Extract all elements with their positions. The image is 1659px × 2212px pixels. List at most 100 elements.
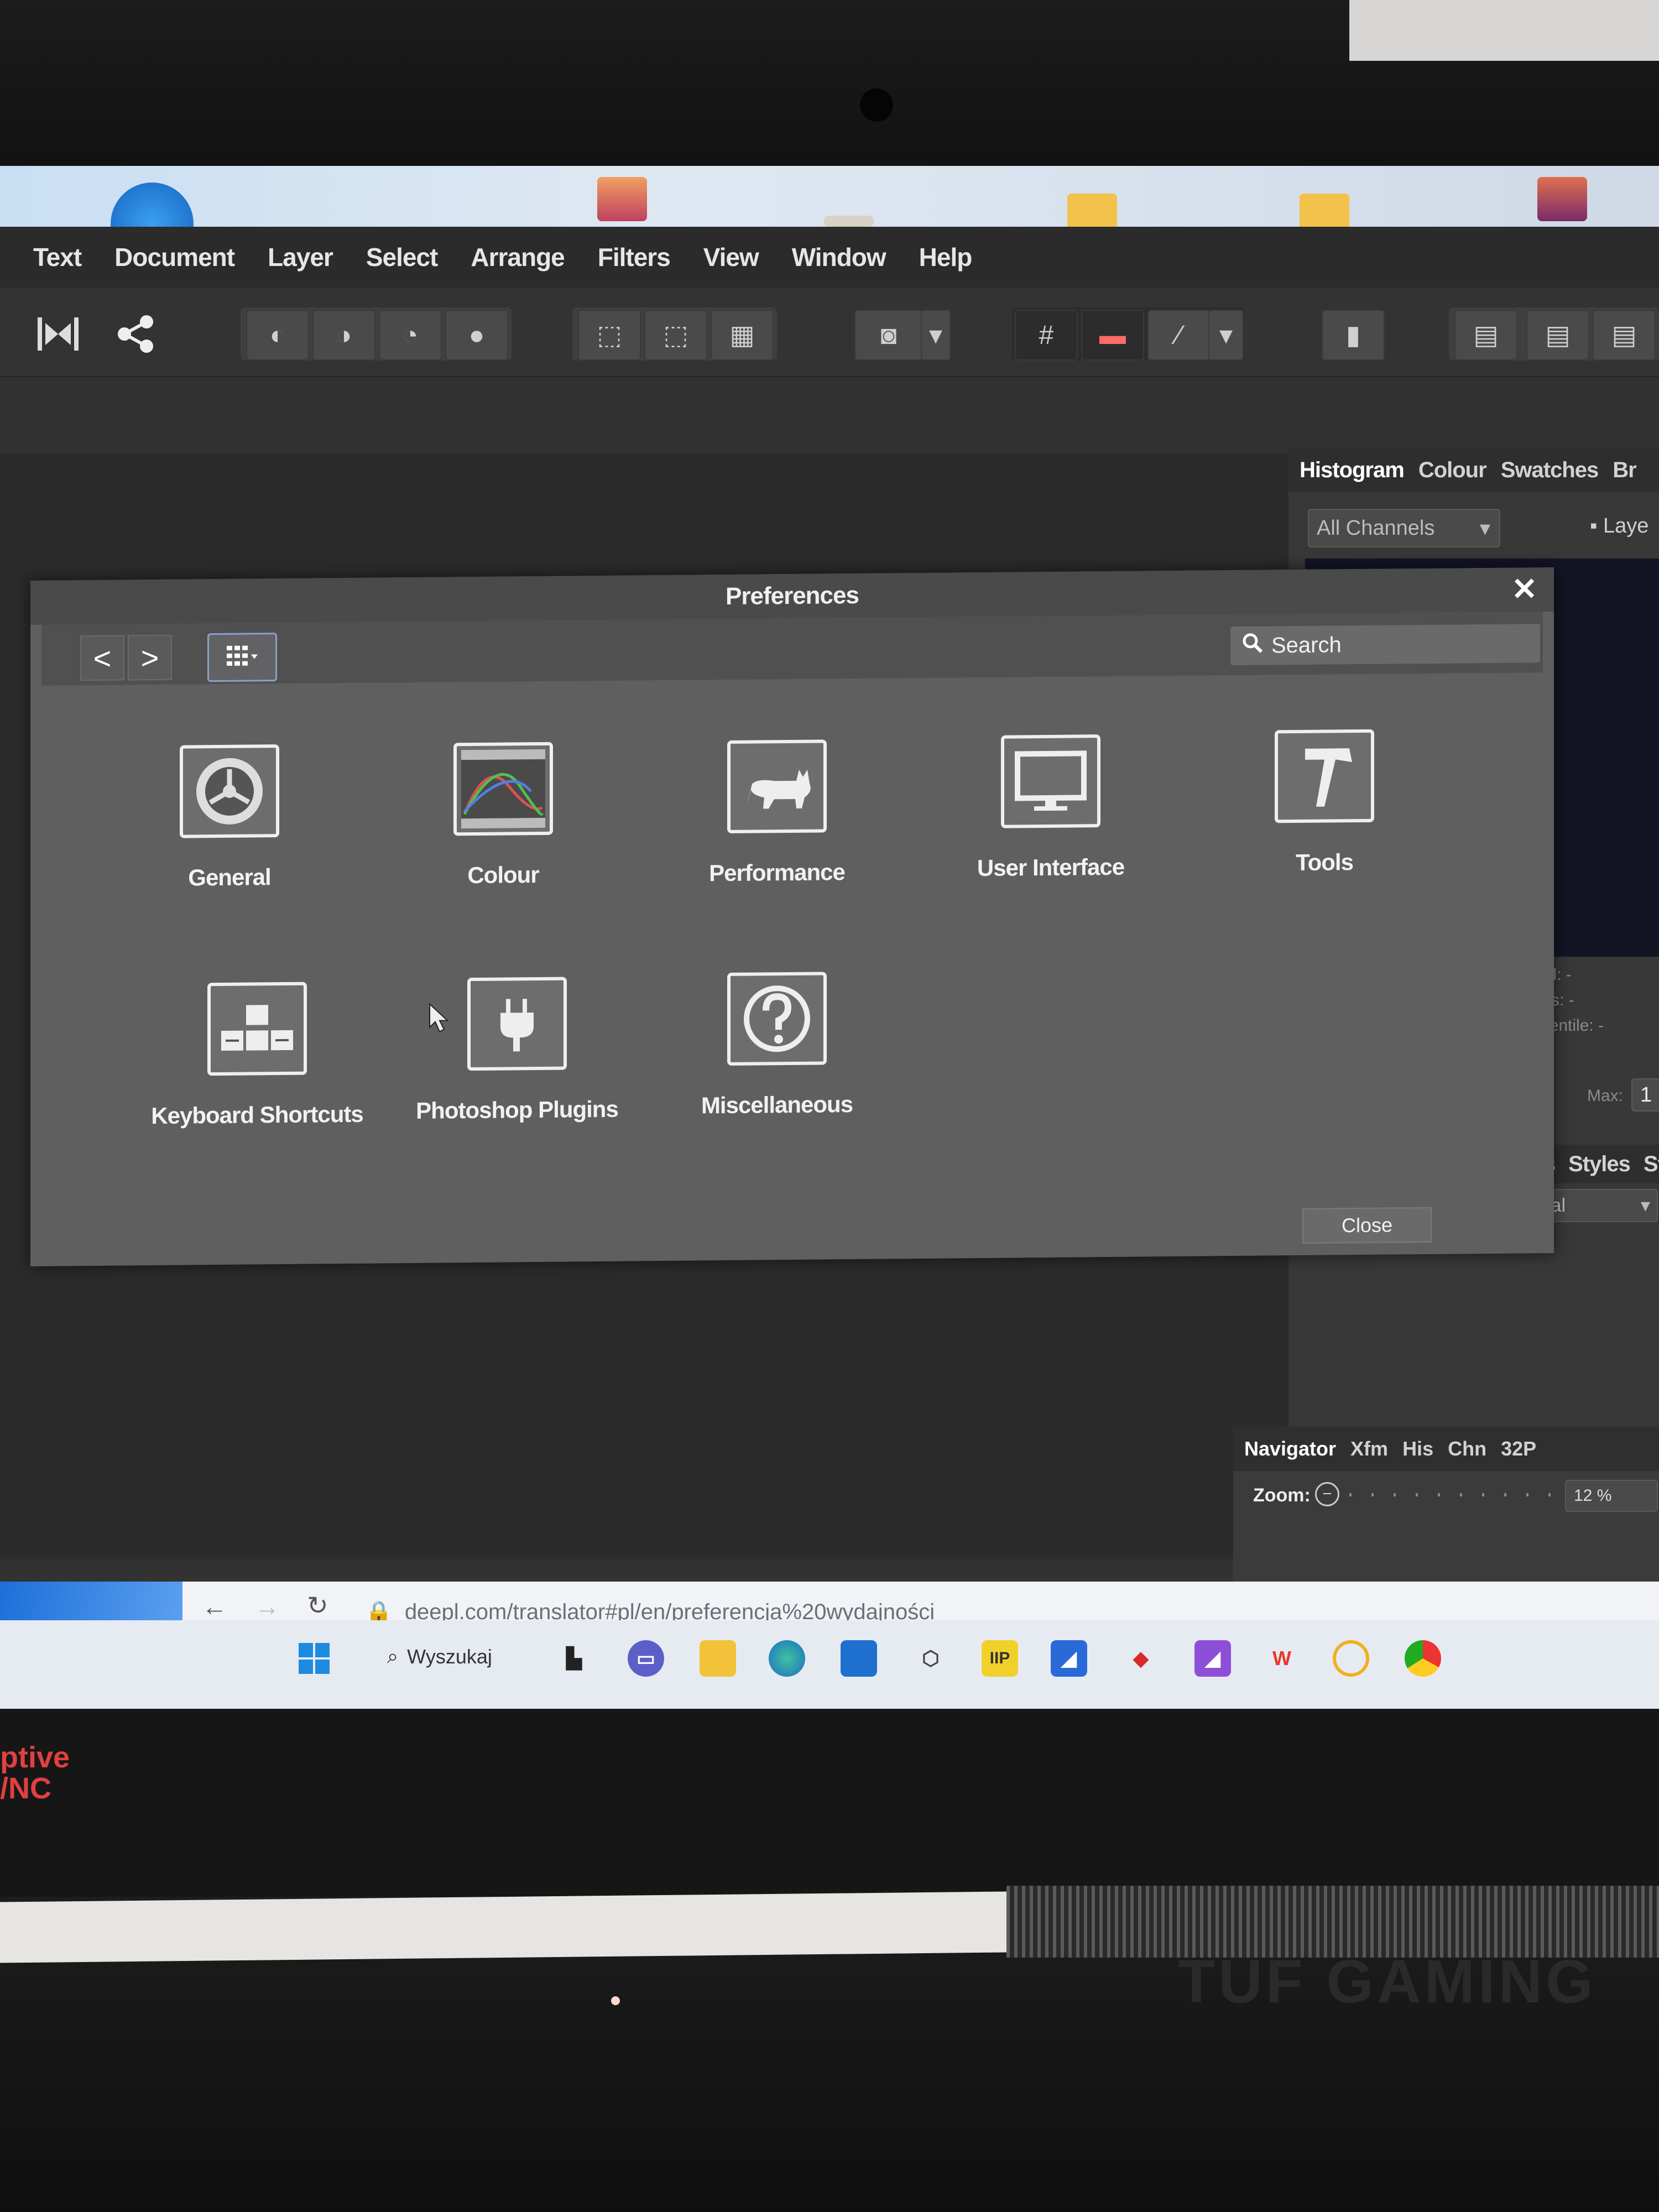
reload-icon[interactable]: ↻	[307, 1590, 328, 1620]
sticker-line-2: /NC	[0, 1772, 51, 1805]
tab-32p[interactable]: 32P	[1501, 1437, 1536, 1460]
webcam	[860, 88, 893, 122]
tab-histogram[interactable]: Histogram	[1300, 458, 1405, 483]
menu-view[interactable]: View	[687, 242, 775, 272]
norton-icon[interactable]	[1333, 1640, 1369, 1677]
levels-icon[interactable]: ◐	[246, 310, 309, 361]
forward-button[interactable]: >	[128, 634, 172, 681]
max-value[interactable]: 1	[1631, 1078, 1659, 1112]
tab-colour[interactable]: Colour	[1418, 458, 1487, 483]
taskbar: ⌕ Wyszukaj ▙ ▭ ⬡ IIP ◢ ◆ ◢ W	[0, 1620, 1659, 1709]
mask-icon[interactable]: ◙	[854, 310, 923, 361]
arrange-3-icon[interactable]: ▤	[1593, 310, 1656, 361]
snapping-icon[interactable]: ▬	[1081, 310, 1144, 361]
mcafee-icon[interactable]: ◆	[1123, 1640, 1159, 1677]
marquee-2-icon[interactable]: ⬚	[644, 310, 707, 361]
desktop-background-strip	[0, 166, 1659, 265]
pref-photoshop-plugins[interactable]: Photoshop Plugins	[401, 976, 633, 1124]
menu-filters[interactable]: Filters	[581, 242, 687, 272]
layers-checkbox[interactable]: ▪ Laye	[1590, 514, 1648, 538]
tab-navigator[interactable]: Navigator	[1244, 1437, 1336, 1460]
power-led	[611, 1996, 620, 2005]
pref-user-interface[interactable]: User Interface	[935, 734, 1167, 882]
menu-window[interactable]: Window	[775, 242, 902, 272]
chevron-down-icon[interactable]: ▾	[921, 310, 951, 361]
affinity-designer-icon[interactable]: ◢	[1051, 1640, 1087, 1677]
chevron-right-icon: >	[140, 640, 159, 675]
zoom-value[interactable]: 12 %	[1565, 1480, 1658, 1512]
close-button[interactable]: Close	[1302, 1207, 1432, 1244]
menu-layer[interactable]: Layer	[251, 242, 349, 272]
taskbar-search-label: Wyszukaj	[407, 1645, 492, 1668]
pref-colour[interactable]: Colour	[387, 742, 619, 890]
shadow-icon[interactable]: ◔	[379, 310, 442, 361]
file-explorer-icon[interactable]	[700, 1640, 736, 1677]
pref-performance[interactable]: Performance	[661, 739, 893, 887]
laptop-brand-logo: TUF GAMING	[1178, 1948, 1597, 2016]
paper-strip	[0, 1891, 1006, 1963]
pref-label-tools: Tools	[1296, 849, 1353, 876]
plug-icon	[467, 977, 567, 1071]
brush-icon[interactable]: ⁄	[1147, 310, 1211, 361]
zoom-out-icon[interactable]: −	[1315, 1482, 1339, 1506]
menu-document[interactable]: Document	[98, 242, 251, 272]
gsync-sticker: ptive /NC	[0, 1742, 122, 1836]
edge-icon[interactable]	[769, 1640, 805, 1677]
store-icon[interactable]	[841, 1640, 877, 1677]
grid-icon[interactable]: #	[1015, 310, 1078, 361]
image-desktop-icon[interactable]	[597, 177, 647, 221]
pref-general[interactable]: General	[113, 744, 346, 892]
share-icon[interactable]	[111, 310, 160, 358]
pref-keyboard-shortcuts[interactable]: Keyboard Shortcuts	[141, 982, 373, 1130]
tab-styles[interactable]: Styles	[1568, 1152, 1631, 1177]
contrast-icon[interactable]: ◑	[312, 310, 375, 361]
tab-channels[interactable]: Chn	[1448, 1437, 1486, 1460]
arrange-2-icon[interactable]: ▤	[1526, 310, 1589, 361]
tab-brushes[interactable]: Br	[1613, 458, 1636, 483]
tab-stock[interactable]: Sto	[1644, 1152, 1659, 1177]
preferences-grid: General Colour Performance User Interfac…	[41, 672, 1543, 1255]
filmstrip-icon[interactable]: ▦	[711, 310, 774, 361]
pref-label-performance: Performance	[709, 859, 845, 886]
keyboard-keys-icon	[207, 982, 307, 1076]
arrange-icon[interactable]: ▤	[1454, 310, 1517, 361]
channel-select[interactable]: All Channels ▾	[1308, 509, 1500, 547]
channel-select-value: All Channels	[1317, 516, 1435, 540]
back-arrow-icon[interactable]: ←	[202, 1592, 227, 1621]
checkbox-icon: ▪	[1590, 514, 1604, 538]
taskbar-search[interactable]: ⌕ Wyszukaj	[387, 1645, 492, 1668]
colour-curves-icon	[453, 742, 553, 836]
chrome-icon[interactable]	[1405, 1640, 1441, 1677]
pref-miscellaneous[interactable]: Miscellaneous	[661, 971, 893, 1119]
back-button[interactable]: <	[80, 635, 124, 681]
zoom-label: Zoom:	[1253, 1485, 1311, 1506]
marquee-icon[interactable]: ⬚	[578, 310, 641, 361]
desktop-item-icon[interactable]	[824, 216, 874, 227]
tab-swatches[interactable]: Swatches	[1501, 458, 1599, 483]
iip-app-icon[interactable]: IIP	[982, 1640, 1018, 1677]
cube-app-icon[interactable]: ⬡	[912, 1640, 949, 1677]
menu-text[interactable]: Text	[17, 242, 98, 272]
close-icon[interactable]: ✕	[1511, 571, 1537, 607]
tab-history[interactable]: His	[1402, 1437, 1433, 1460]
search-input[interactable]: Search	[1230, 624, 1540, 666]
hammer-icon	[1275, 729, 1374, 823]
task-view-icon[interactable]: ▙	[556, 1640, 592, 1677]
distribute-icon[interactable]	[28, 310, 88, 358]
menu-arrange[interactable]: Arrange	[454, 242, 581, 272]
circle-fill-icon[interactable]: ●	[445, 310, 508, 361]
menu-help[interactable]: Help	[902, 242, 989, 272]
windows-start-icon[interactable]	[296, 1640, 332, 1677]
image-desktop-icon-2[interactable]	[1537, 177, 1587, 221]
forward-arrow-icon[interactable]: →	[254, 1592, 280, 1621]
trash-icon[interactable]: ▮	[1322, 310, 1385, 361]
wps-office-icon[interactable]: W	[1264, 1640, 1300, 1677]
preferences-dialog: Preferences ✕ < > Search General Colour …	[30, 567, 1554, 1266]
pref-tools[interactable]: Tools	[1208, 729, 1441, 877]
affinity-photo-icon[interactable]: ◢	[1194, 1640, 1231, 1677]
chevron-down-icon-2[interactable]: ▾	[1208, 310, 1244, 361]
teams-chat-icon[interactable]: ▭	[628, 1640, 664, 1677]
grid-view-button[interactable]	[207, 633, 277, 682]
tab-transform[interactable]: Xfm	[1350, 1437, 1388, 1460]
menu-select[interactable]: Select	[349, 242, 455, 272]
